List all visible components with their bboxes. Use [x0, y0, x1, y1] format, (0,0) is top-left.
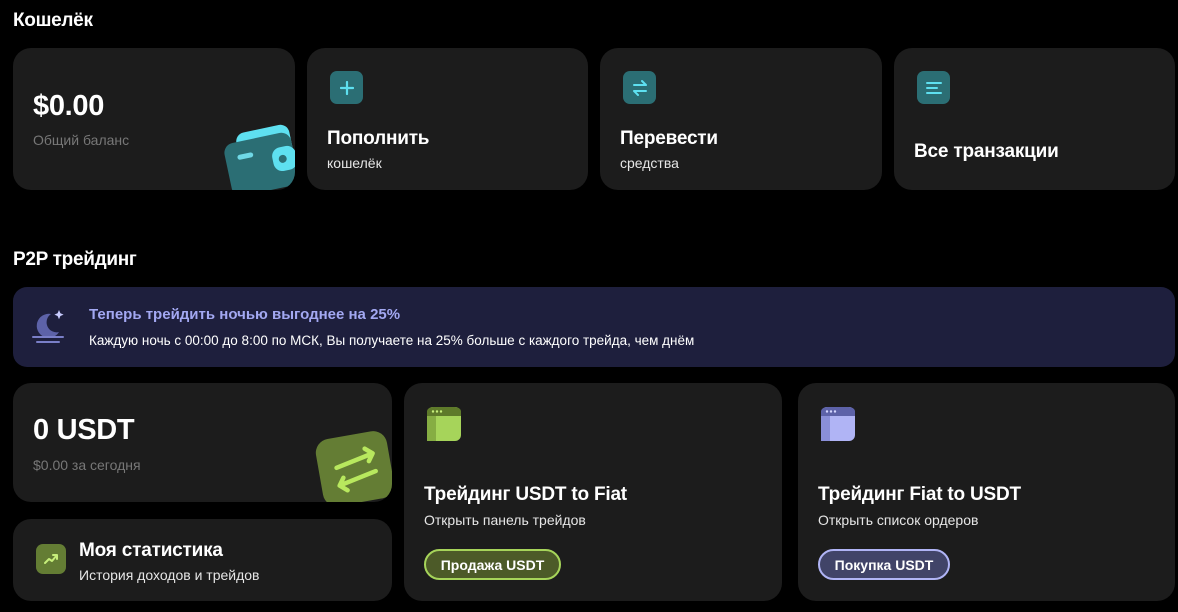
buy-card-subtitle: Открыть список ордеров	[818, 512, 979, 528]
promo-text: Каждую ночь с 00:00 до 8:00 по МСК, Вы п…	[89, 333, 695, 348]
balance-card: $0.00 Общий баланс	[13, 48, 295, 190]
exchange-illustration-icon	[315, 431, 392, 502]
night-promo-banner: Теперь трейдить ночью выгоднее на 25% Ка…	[13, 287, 1175, 367]
trade-fiat-to-usdt-card[interactable]: Трейдинг Fiat to USDT Открыть список орд…	[798, 383, 1175, 601]
promo-title: Теперь трейдить ночью выгоднее на 25%	[89, 306, 401, 323]
p2p-section-title: P2P трейдинг	[13, 249, 137, 270]
usdt-balance-card: 0 USDT $0.00 за сегодня	[13, 383, 392, 502]
my-stats-card[interactable]: Моя статистика История доходов и трейдов	[13, 519, 392, 601]
buy-usdt-button[interactable]: Покупка USDT	[818, 549, 950, 580]
stats-subtitle: История доходов и трейдов	[79, 567, 260, 583]
sell-card-title: Трейдинг USDT to Fiat	[424, 484, 627, 505]
list-icon	[917, 71, 950, 104]
transactions-title: Все транзакции	[914, 141, 1059, 162]
trend-up-icon	[36, 544, 66, 574]
transactions-card[interactable]: Все транзакции	[894, 48, 1175, 190]
transfer-title: Перевести	[620, 128, 718, 149]
transfer-subtitle: средства	[620, 155, 679, 171]
buy-card-title: Трейдинг Fiat to USDT	[818, 484, 1021, 505]
sell-usdt-button[interactable]: Продажа USDT	[424, 549, 561, 580]
topup-subtitle: кошелёк	[327, 155, 382, 171]
transfer-arrows-icon	[623, 71, 656, 104]
total-balance-value: $0.00	[33, 90, 105, 122]
usdt-balance-value: 0 USDT	[33, 414, 135, 446]
sell-card-subtitle: Открыть панель трейдов	[424, 512, 586, 528]
topup-title: Пополнить	[327, 128, 430, 149]
trade-usdt-to-fiat-card[interactable]: Трейдинг USDT to Fiat Открыть панель тре…	[404, 383, 782, 601]
usdt-today-label: $0.00 за сегодня	[33, 457, 141, 473]
wallet-section-title: Кошелёк	[13, 10, 93, 31]
transfer-card[interactable]: Перевести средства	[600, 48, 882, 190]
wallet-illustration-icon	[224, 124, 295, 190]
plus-icon	[330, 71, 363, 104]
stats-title: Моя статистика	[79, 540, 223, 561]
window-icon	[821, 407, 855, 441]
moon-icon	[32, 310, 64, 343]
total-balance-label: Общий баланс	[33, 132, 130, 148]
window-icon	[427, 407, 461, 441]
topup-card[interactable]: Пополнить кошелёк	[307, 48, 588, 190]
